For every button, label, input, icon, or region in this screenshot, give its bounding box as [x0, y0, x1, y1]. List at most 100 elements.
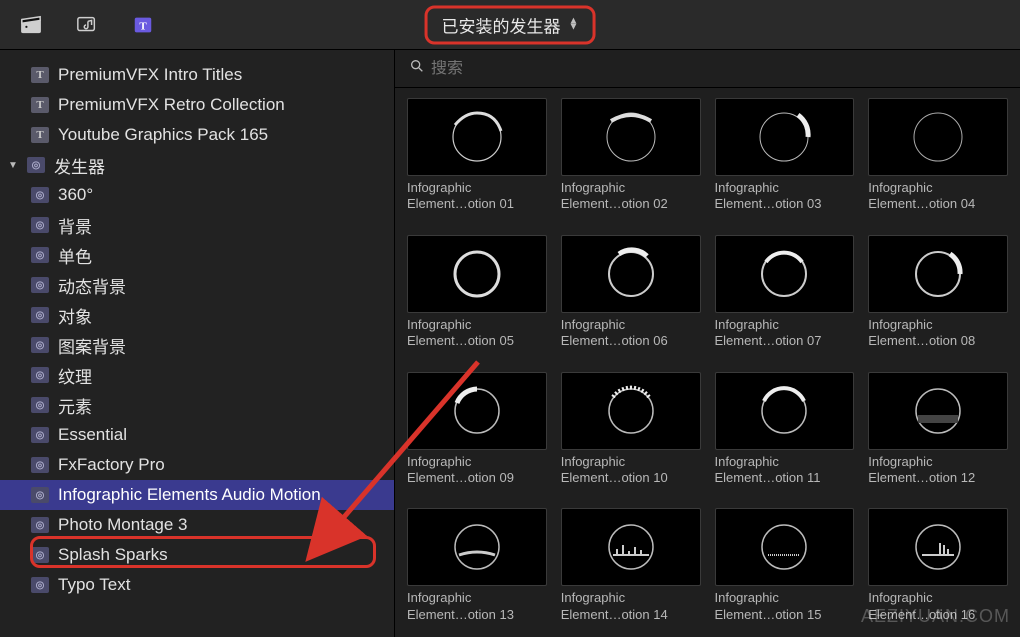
- generator-category-icon: ◎: [30, 516, 50, 534]
- generator-label: InfographicElement…otion 16: [868, 590, 1008, 624]
- generator-thumbnail: [407, 235, 547, 313]
- generator-thumbnail: [561, 372, 701, 450]
- title-category-icon: T: [30, 66, 50, 84]
- sidebar-item[interactable]: ◎ 纹理: [0, 360, 394, 390]
- generator-label: InfographicElement…otion 12: [868, 454, 1008, 488]
- generator-label: InfographicElement…otion 07: [715, 317, 855, 351]
- sidebar-item[interactable]: ◎ 360°: [0, 180, 394, 210]
- sidebar-item[interactable]: TPremiumVFX Retro Collection: [0, 90, 394, 120]
- sidebar-item[interactable]: ◎Splash Sparks: [0, 540, 394, 570]
- search-row: [395, 50, 1020, 88]
- sidebar-item[interactable]: ◎Infographic Elements Audio Motion: [0, 480, 394, 510]
- sidebar-item[interactable]: ▼ ◎ 发生器: [0, 150, 394, 180]
- generator-card[interactable]: InfographicElement…otion 02: [561, 98, 701, 227]
- generator-thumbnail: [715, 372, 855, 450]
- generator-thumbnail: [407, 372, 547, 450]
- sidebar-item-label: 单色: [58, 243, 92, 268]
- generator-category-icon: ◎: [30, 486, 50, 504]
- generator-card[interactable]: InfographicElement…otion 15: [715, 508, 855, 637]
- sidebar-item-label: 元素: [58, 393, 92, 418]
- generator-card[interactable]: InfographicElement…otion 11: [715, 372, 855, 501]
- sidebar-item[interactable]: ◎ 元素: [0, 390, 394, 420]
- sidebar-item[interactable]: TYoutube Graphics Pack 165: [0, 120, 394, 150]
- generator-category-icon: ◎: [26, 156, 46, 174]
- sidebar-item[interactable]: T PremiumVFX Intro Titles: [0, 60, 394, 90]
- generator-label: InfographicElement…otion 13: [407, 590, 547, 624]
- generator-card[interactable]: InfographicElement…otion 04: [868, 98, 1008, 227]
- main: T PremiumVFX Intro Titles TPremiumVFX Retr…: [0, 50, 1020, 637]
- sidebar-item-label: Essential: [58, 425, 127, 445]
- generator-label: InfographicElement…otion 04: [868, 180, 1008, 214]
- generator-category-icon: ◎: [30, 336, 50, 354]
- titles-icon[interactable]: T: [130, 14, 156, 36]
- generator-category-icon: ◎: [30, 456, 50, 474]
- sidebar-item[interactable]: ◎ 背景: [0, 210, 394, 240]
- generator-card[interactable]: InfographicElement…otion 16: [868, 508, 1008, 637]
- generator-card[interactable]: InfographicElement…otion 13: [407, 508, 547, 637]
- generator-card[interactable]: InfographicElement…otion 10: [561, 372, 701, 501]
- generator-label: InfographicElement…otion 02: [561, 180, 701, 214]
- generator-thumbnail: [561, 98, 701, 176]
- sidebar-item-label: PremiumVFX Retro Collection: [58, 95, 285, 115]
- generator-thumbnail: [868, 235, 1008, 313]
- clapperboard-icon[interactable]: [18, 14, 44, 36]
- sidebar-item[interactable]: ◎ 单色: [0, 240, 394, 270]
- generator-card[interactable]: InfographicElement…otion 09: [407, 372, 547, 501]
- generator-label: InfographicElement…otion 03: [715, 180, 855, 214]
- sidebar-item[interactable]: ◎对象: [0, 300, 394, 330]
- generator-thumbnail: [715, 235, 855, 313]
- sidebar-item-label: 图案背景: [58, 333, 126, 358]
- sidebar-item[interactable]: ◎ FxFactory Pro: [0, 450, 394, 480]
- generator-card[interactable]: InfographicElement…otion 12: [868, 372, 1008, 501]
- sidebar: T PremiumVFX Intro Titles TPremiumVFX Retr…: [0, 50, 395, 637]
- generator-card[interactable]: InfographicElement…otion 05: [407, 235, 547, 364]
- sidebar-item[interactable]: ◎动态背景: [0, 270, 394, 300]
- generator-card[interactable]: InfographicElement…otion 06: [561, 235, 701, 364]
- generator-thumbnail: [561, 235, 701, 313]
- generator-label: InfographicElement…otion 15: [715, 590, 855, 624]
- search-icon: [409, 58, 425, 79]
- disclosure-triangle-icon[interactable]: ▼: [8, 160, 18, 171]
- generator-label: InfographicElement…otion 11: [715, 454, 855, 488]
- generator-category-icon: ◎: [30, 216, 50, 234]
- sidebar-item[interactable]: ◎Typo Text: [0, 570, 394, 600]
- sidebar-item-label: 发生器: [54, 153, 105, 178]
- sidebar-item-label: 纹理: [58, 363, 92, 388]
- generator-thumbnail: [868, 98, 1008, 176]
- generator-category-icon: ◎: [30, 546, 50, 564]
- sidebar-item-label: Typo Text: [58, 575, 130, 595]
- generator-category-icon: ◎: [30, 246, 50, 264]
- music-photo-icon[interactable]: [74, 14, 100, 36]
- generator-label: InfographicElement…otion 01: [407, 180, 547, 214]
- chevron-updown-icon: ▲▼: [569, 19, 579, 31]
- generator-category-icon: ◎: [30, 186, 50, 204]
- sidebar-item[interactable]: ◎ 图案背景: [0, 330, 394, 360]
- sidebar-item-label: Photo Montage 3: [58, 515, 187, 535]
- generator-label: InfographicElement…otion 06: [561, 317, 701, 351]
- generator-thumbnail: [868, 372, 1008, 450]
- sidebar-item-label: FxFactory Pro: [58, 455, 165, 475]
- sidebar-item-label: 360°: [58, 185, 93, 205]
- sidebar-item-label: 背景: [58, 213, 92, 238]
- generator-category-icon: ◎: [30, 366, 50, 384]
- browser-tabs: T: [0, 14, 156, 36]
- content-pane: InfographicElement…otion 01 InfographicEl…: [395, 50, 1020, 637]
- sidebar-item[interactable]: ◎Essential: [0, 420, 394, 450]
- category-dropdown[interactable]: 已安装的发生器 ▲▼: [425, 5, 596, 44]
- generator-card[interactable]: InfographicElement…otion 14: [561, 508, 701, 637]
- generator-thumbnail: [407, 508, 547, 586]
- generator-thumbnail: [407, 98, 547, 176]
- generator-category-icon: ◎: [30, 396, 50, 414]
- top-bar: T 已安装的发生器 ▲▼: [0, 0, 1020, 50]
- generator-label: InfographicElement…otion 05: [407, 317, 547, 351]
- sidebar-item-label: PremiumVFX Intro Titles: [58, 65, 242, 85]
- generator-card[interactable]: InfographicElement…otion 03: [715, 98, 855, 227]
- generator-label: InfographicElement…otion 09: [407, 454, 547, 488]
- generator-category-icon: ◎: [30, 306, 50, 324]
- generator-card[interactable]: InfographicElement…otion 01: [407, 98, 547, 227]
- search-input[interactable]: [431, 60, 1006, 78]
- sidebar-item[interactable]: ◎ Photo Montage 3: [0, 510, 394, 540]
- generator-card[interactable]: InfographicElement…otion 08: [868, 235, 1008, 364]
- generator-card[interactable]: InfographicElement…otion 07: [715, 235, 855, 364]
- generator-grid: InfographicElement…otion 01 InfographicEl…: [395, 88, 1020, 637]
